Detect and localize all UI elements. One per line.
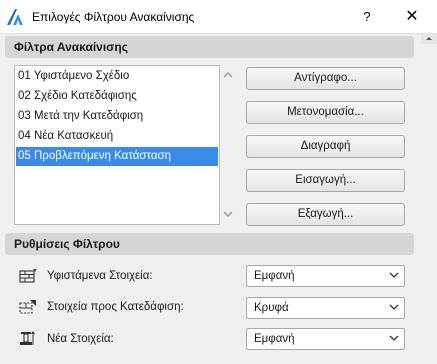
delete-button[interactable]: Διαγραφή: [246, 135, 405, 158]
close-button[interactable]: ✕: [398, 4, 426, 30]
window-title: Επιλογές Φίλτρου Ανακαίνισης: [32, 10, 195, 24]
rename-button[interactable]: Μετονομασία...: [246, 101, 405, 124]
copy-button[interactable]: Αντίγραφο...: [246, 67, 405, 90]
list-item-selected[interactable]: 05 Προβλεπόμενη Κατάσταση: [16, 147, 218, 166]
list-item[interactable]: 01 Υφιστάμενο Σχέδιο: [16, 67, 218, 86]
demolish-elements-icon: [19, 300, 36, 314]
demolish-elements-value: Κρυφά: [254, 302, 289, 314]
title-bar: Επιλογές Φίλτρου Ανακαίνισης ? ✕: [0, 0, 437, 34]
chevron-down-icon: [389, 304, 399, 310]
export-button[interactable]: Εξαγωγή...: [246, 203, 405, 226]
archicad-app-icon: [7, 9, 23, 25]
scroll-up-tab-icon[interactable]: [421, 34, 437, 44]
chevron-down-icon[interactable]: [222, 209, 234, 219]
demolish-elements-label: Στοιχεία προς Κατεδάφιση:: [47, 301, 184, 313]
chevron-down-icon: [389, 335, 399, 341]
chevron-down-icon: [389, 272, 399, 278]
list-item[interactable]: 02 Σχέδιο Κατεδάφισης: [16, 87, 218, 106]
existing-elements-select[interactable]: Εμφανή: [246, 265, 405, 287]
new-elements-select[interactable]: Εμφανή: [246, 328, 405, 350]
help-button[interactable]: ?: [353, 4, 381, 30]
filters-section-header: Φίλτρα Ανακαίνισης: [5, 36, 414, 58]
existing-elements-label: Υφιστάμενα Στοιχεία:: [47, 270, 153, 282]
demolish-elements-select[interactable]: Κρυφά: [246, 297, 405, 319]
filters-list[interactable]: 01 Υφιστάμενο Σχέδιο 02 Σχέδιο Κατεδάφισ…: [14, 65, 220, 225]
existing-elements-icon: [19, 269, 36, 283]
new-elements-label: Νέα Στοιχεία:: [47, 333, 114, 345]
new-elements-icon: [20, 331, 35, 345]
import-button[interactable]: Εισαγωγή...: [246, 169, 405, 192]
existing-elements-value: Εμφανή: [254, 270, 295, 282]
chevron-up-icon[interactable]: [222, 70, 234, 80]
list-item[interactable]: 03 Μετά την Κατεδάφιση: [16, 107, 218, 126]
new-elements-value: Εμφανή: [254, 333, 295, 345]
list-item[interactable]: 04 Νέα Κατασκευή: [16, 127, 218, 146]
filter-settings-section-header: Ρυθμίσεις Φίλτρου: [5, 233, 414, 255]
